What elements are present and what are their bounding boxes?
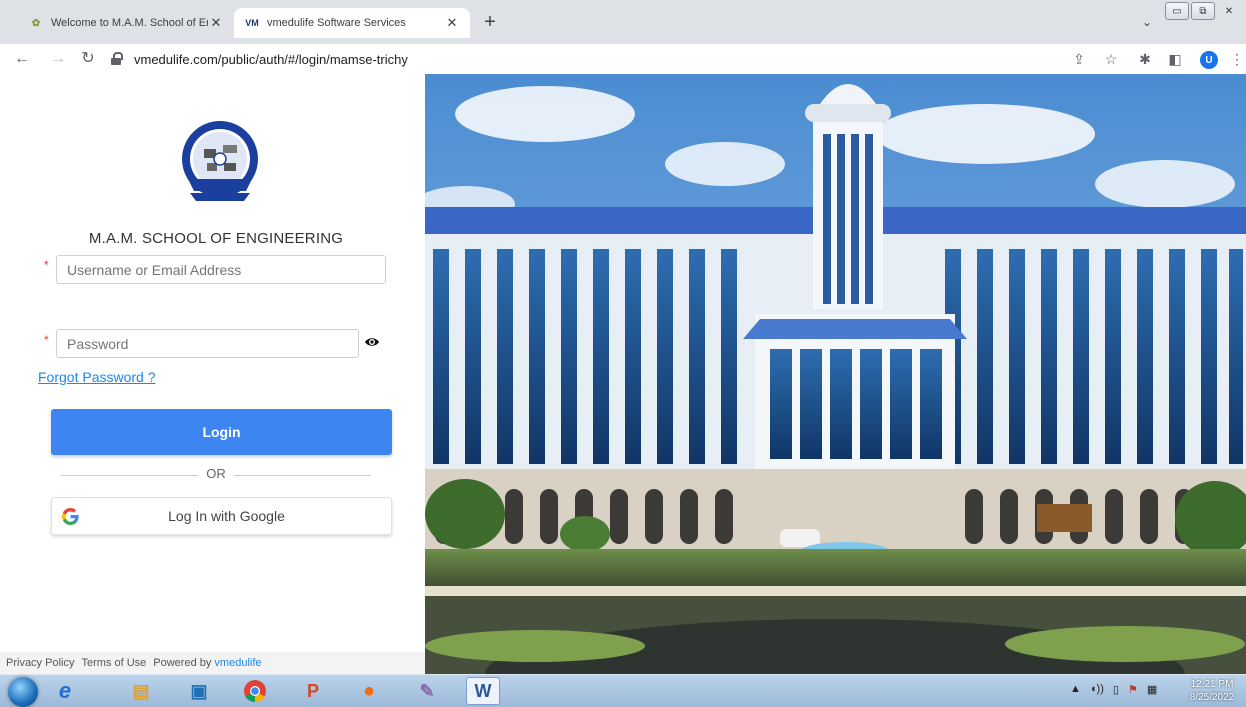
back-icon[interactable]: ← [12,49,32,69]
close-tab-icon[interactable]: ✕ [444,15,460,31]
url-text: vmedulife.com/public/auth/#/login/mamse-… [134,51,408,67]
new-tab-button[interactable]: + [480,12,500,33]
tab-title: vmedulife Software Services [267,17,406,29]
media-player-icon[interactable]: ▣ [182,677,216,705]
menu-kebab-icon[interactable]: ⋮ [1228,50,1246,68]
close-tab-icon[interactable]: ✕ [208,15,224,31]
powerpoint-icon[interactable]: P [296,677,330,705]
side-panel-icon[interactable]: ◧ [1166,50,1184,68]
tab-mam-school[interactable]: ✿ Welcome to M.A.M. School of En ✕ [18,8,235,38]
or-divider: OR [0,466,432,481]
close-window-button[interactable]: ✕ [1217,2,1241,20]
system-tray: ▲ ◖)) ▯ ⚑ ▦ [1070,683,1157,696]
login-panel: M.A.M. SCHOOL OF ENGINEERING * * Forgot … [0,74,425,674]
action-center-icon[interactable]: ⚑ [1128,683,1138,696]
network-icon[interactable]: ▦ [1147,683,1157,696]
terms-of-use-link[interactable]: Terms of Use [81,657,146,669]
vmedulife-brand[interactable]: vmedulife [214,657,261,669]
share-icon[interactable]: ⇪ [1070,50,1088,68]
browser-tab-strip: ✿ Welcome to M.A.M. School of En ✕ VM vm… [0,0,1246,44]
file-explorer-icon[interactable]: ▤ [124,677,158,705]
forgot-password-link[interactable]: Forgot Password ? [38,369,156,385]
campus-building-image [425,74,1246,674]
clock-time: 12:21 PM [1190,679,1234,690]
tab-vmedulife[interactable]: VM vmedulife Software Services ✕ [234,8,470,38]
window-controls: ▭ ⧉ ✕ [1165,2,1241,20]
volume-icon[interactable]: ◖)) [1090,683,1104,696]
restore-button[interactable]: ⧉ [1191,2,1215,20]
or-label: OR [198,466,234,481]
username-required-mark: * [44,258,49,272]
chrome-icon[interactable] [238,677,272,705]
paint-icon[interactable]: ✎ [410,677,444,705]
taskbar-clock[interactable]: 12:21 PM 8/25/2022 [1180,678,1244,704]
vmedulife-favicon-icon: VM [245,18,259,28]
google-login-label: Log In with Google [168,508,285,524]
google-login-button[interactable]: Log In with Google [51,497,392,535]
lock-icon [110,52,124,66]
profile-avatar[interactable]: U [1200,51,1218,69]
windows-taskbar: e ▤ ▣ P ● ✎ W ▲ ◖)) ▯ ⚑ ▦ 12:21 PM 8/25/… [0,674,1246,707]
username-input[interactable] [56,255,386,284]
login-button[interactable]: Login [51,409,392,455]
word-icon[interactable]: W [466,677,500,705]
privacy-policy-link[interactable]: Privacy Policy [6,657,74,669]
password-input[interactable] [56,329,359,358]
show-hidden-icons-icon[interactable]: ▲ [1070,683,1081,696]
extensions-puzzle-icon[interactable]: ✱ [1136,50,1154,68]
start-button[interactable] [8,677,38,707]
clock-date: 8/25/2022 [1189,692,1235,703]
address-bar[interactable]: vmedulife.com/public/auth/#/login/mamse-… [110,47,1110,71]
chrome-logo-icon [244,680,266,702]
tab-title: Welcome to M.A.M. School of En [51,17,208,29]
school-favicon-icon: ✿ [31,17,41,29]
footer: Privacy Policy Terms of Use Powered by v… [0,652,425,674]
internet-explorer-icon[interactable]: e [48,677,82,705]
password-required-mark: * [44,333,49,347]
powered-by-label: Powered by [153,657,212,669]
minimize-button[interactable]: ▭ [1165,2,1189,20]
forward-icon[interactable]: → [48,49,68,69]
school-logo [182,121,258,201]
school-name: M.A.M. SCHOOL OF ENGINEERING [88,230,344,247]
tab-search-icon[interactable]: ⌄ [1142,15,1152,29]
bookmark-star-icon[interactable]: ☆ [1102,50,1120,68]
firefox-icon[interactable]: ● [352,677,386,705]
powered-by-text: Powered by vmedulife [153,657,261,669]
browser-toolbar: ← → ↻ vmedulife.com/public/auth/#/login/… [0,44,1246,74]
show-password-eye-icon[interactable] [364,336,380,348]
reload-icon[interactable]: ↻ [78,49,98,69]
battery-icon[interactable]: ▯ [1113,683,1119,696]
